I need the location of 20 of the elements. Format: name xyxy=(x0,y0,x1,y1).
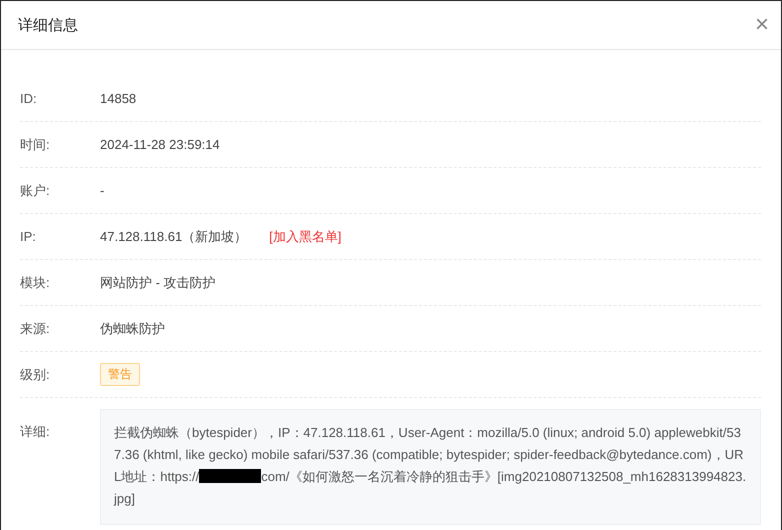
field-value: 47.128.118.61（新加坡） xyxy=(100,228,248,246)
field-value: 网站防护 - 攻击防护 xyxy=(100,274,216,292)
dialog-title: 详细信息 xyxy=(18,16,78,34)
field-value: - xyxy=(100,183,104,198)
field-label: 模块: xyxy=(20,274,51,292)
redaction-mark xyxy=(199,469,262,483)
field-label: IP: xyxy=(20,229,37,244)
field-label: 时间: xyxy=(20,136,51,154)
field-label: 详细: xyxy=(20,423,51,441)
field-value: 伪蜘蛛防护 xyxy=(100,320,165,338)
blacklist-link[interactable]: [加入黑名单] xyxy=(269,228,342,246)
field-label: 来源: xyxy=(20,320,51,338)
field-label: ID: xyxy=(20,91,38,106)
close-button[interactable]: × xyxy=(750,13,773,37)
field-value: 2024-11-28 23:59:14 xyxy=(100,137,220,152)
field-label: 账户: xyxy=(20,182,51,200)
field-value: 14858 xyxy=(100,91,136,106)
detail-text: 拦截伪蜘蛛（bytespider），IP：47.128.118.61，User-Agent：mozilla/5.0 (linux; android 5.0) applewebkit/537.36 (khtml, like gecko) mobile safari/537.36 (compatible; bytespider; spider-feedback@bytedance.com)，URL地址：https:// com/《如何激怒一名沉着冷静的狙击手》[img20210807132508_mh1628313994823.jpg] xyxy=(114,424,748,508)
level-tag: 警告 xyxy=(100,363,140,386)
field-label: 级别: xyxy=(20,366,51,384)
